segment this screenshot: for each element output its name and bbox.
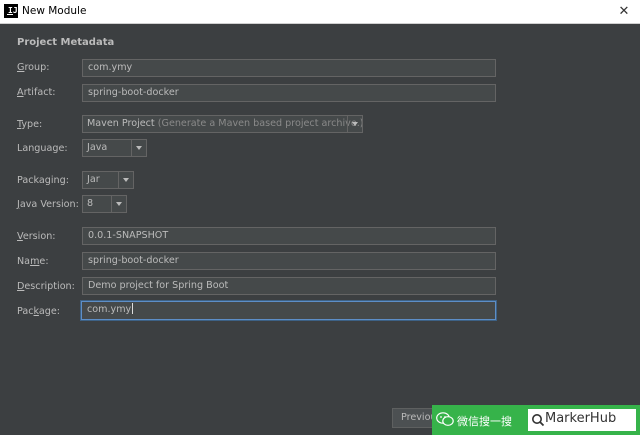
language-select-value: Java: [87, 142, 108, 153]
chevron-down-icon: [111, 196, 126, 212]
type-select[interactable]: Maven Project (Generate a Maven based pr…: [82, 115, 363, 133]
search-icon: [532, 414, 545, 427]
section-title: Project Metadata: [17, 37, 115, 48]
text-caret: [132, 303, 134, 314]
language-label: Language:: [17, 143, 68, 154]
watermark-search-text: MarkerHub: [545, 411, 617, 426]
watermark-text: 微信搜一搜: [457, 415, 512, 428]
wechat-icon: [436, 412, 454, 426]
window-title: New Module: [22, 5, 87, 17]
name-field[interactable]: spring-boot-docker: [82, 252, 496, 270]
group-field[interactable]: com.ymy: [82, 59, 496, 77]
java-version-select[interactable]: 8: [82, 195, 127, 213]
package-field[interactable]: com.ymy: [81, 301, 496, 320]
version-field[interactable]: 0.0.1-SNAPSHOT: [82, 227, 496, 245]
artifact-field[interactable]: spring-boot-docker: [82, 84, 496, 102]
java-version-select-value: 8: [87, 198, 94, 209]
chevron-down-icon: [131, 140, 146, 156]
chevron-down-icon: [347, 116, 362, 132]
artifact-label: Artifact:: [17, 87, 56, 98]
type-select-value: Maven Project: [87, 118, 155, 129]
name-label: Name:: [17, 256, 49, 267]
package-label: Package:: [17, 306, 61, 317]
type-select-hint: (Generate a Maven based project archive.…: [157, 118, 363, 129]
packaging-label: Packaging:: [17, 175, 69, 186]
package-field-value: com.ymy: [87, 304, 132, 315]
description-label: Description:: [17, 281, 75, 292]
description-field[interactable]: Demo project for Spring Boot: [82, 277, 496, 295]
watermark-search-box: MarkerHub: [528, 409, 636, 431]
chevron-down-icon: [118, 172, 133, 188]
version-label: Version:: [17, 231, 56, 242]
close-icon[interactable]: ✕: [612, 0, 636, 24]
intellij-app-icon: IJ: [4, 4, 18, 18]
group-label: Group:: [17, 62, 50, 73]
wechat-watermark: 微信搜一搜 MarkerHub: [432, 405, 640, 435]
type-label: Type:: [17, 119, 43, 130]
java-version-label: Java Version:: [17, 199, 79, 210]
language-select[interactable]: Java: [82, 139, 147, 157]
packaging-select-value: Jar: [87, 174, 100, 185]
window-titlebar: IJ New Module ✕: [0, 0, 640, 24]
packaging-select[interactable]: Jar: [82, 171, 134, 189]
